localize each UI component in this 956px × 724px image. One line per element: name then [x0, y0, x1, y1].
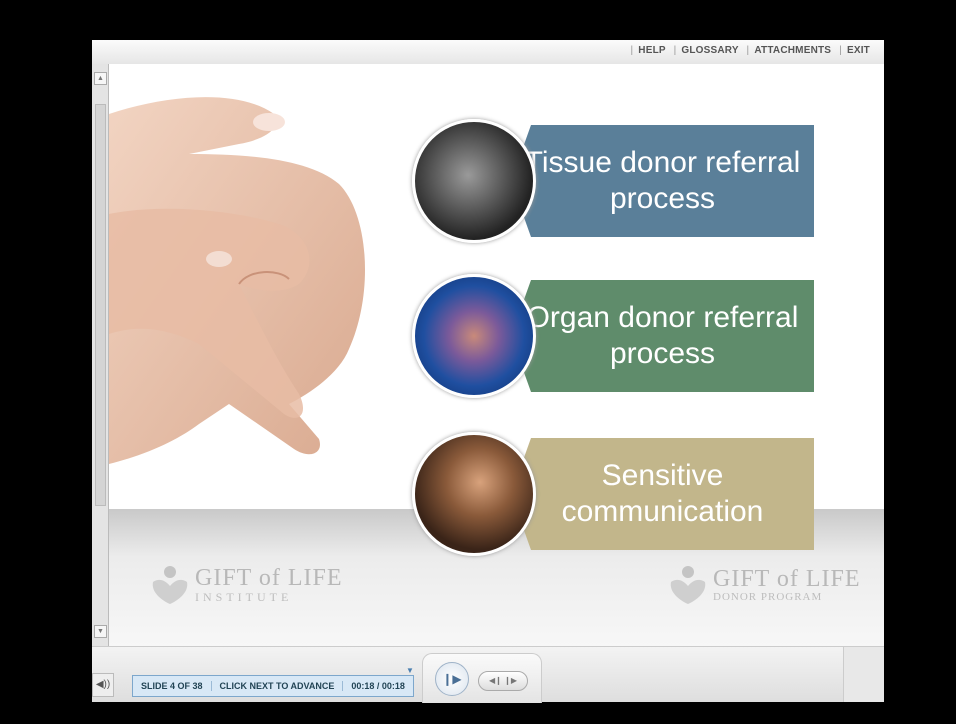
- scroll-thumb[interactable]: [95, 104, 106, 506]
- communication-label: Sensitive communication: [511, 438, 814, 550]
- player-controls: ◀)) SLIDE 4 OF 38 CLICK NEXT TO ADVANCE …: [92, 646, 884, 703]
- play-pause-button[interactable]: ❙▶: [435, 662, 469, 696]
- course-player: | HELP | GLOSSARY | ATTACHMENTS | EXIT ▲ ▼ T…: [92, 40, 884, 703]
- scroll-down-icon[interactable]: ▼: [94, 625, 107, 638]
- attachments-link[interactable]: ATTACHMENTS: [754, 45, 831, 56]
- glossary-link[interactable]: GLOSSARY: [681, 45, 738, 56]
- donor-program-logo-sub: DONOR PROGRAM: [713, 591, 823, 603]
- advance-hint: CLICK NEXT TO ADVANCE: [212, 681, 344, 691]
- time-display: 00:18 / 00:18: [351, 681, 405, 691]
- gift-of-life-donor-program-logo: GIFT of LIFE DONOR PROGRAM: [667, 564, 861, 606]
- organ-donor-item[interactable]: Organ donor referral process: [409, 274, 819, 398]
- status-bar: SLIDE 4 OF 38 CLICK NEXT TO ADVANCE 00:1…: [132, 675, 414, 697]
- gift-of-life-institute-logo: GIFT of LIFE INSTITUTE: [149, 564, 343, 606]
- heart-logo-icon: [670, 566, 706, 604]
- dropdown-caret-icon[interactable]: ▼: [406, 666, 414, 675]
- help-link[interactable]: HELP: [638, 45, 665, 56]
- donor-program-logo-name: GIFT of LIFE: [713, 566, 861, 592]
- slide-canvas: Tissue donor referral process Organ dono…: [109, 64, 884, 646]
- xray-icon: [412, 119, 536, 243]
- prev-next-buttons[interactable]: ◀❙ ❙▶: [478, 671, 528, 691]
- exit-link[interactable]: EXIT: [847, 45, 870, 56]
- institute-logo-sub: INSTITUTE: [195, 589, 293, 604]
- people-icon: [412, 432, 536, 556]
- tissue-donor-item[interactable]: Tissue donor referral process: [409, 119, 819, 243]
- top-bar: | HELP | GLOSSARY | ATTACHMENTS | EXIT: [92, 40, 884, 65]
- tissue-donor-label: Tissue donor referral process: [511, 125, 814, 237]
- playback-pod: ❙▶ ◀❙ ❙▶: [422, 653, 542, 703]
- controls-right-cap: [843, 647, 884, 702]
- organ-donor-label: Organ donor referral process: [511, 280, 814, 392]
- scroll-up-icon[interactable]: ▲: [94, 72, 107, 85]
- institute-logo-name: GIFT of LIFE: [195, 564, 343, 591]
- slide-count: SLIDE 4 OF 38: [133, 681, 212, 691]
- hands-image: [109, 97, 366, 464]
- organs-icon: [412, 274, 536, 398]
- side-scrollbar[interactable]: ▲ ▼: [92, 64, 109, 646]
- top-links: | HELP | GLOSSARY | ATTACHMENTS | EXIT: [630, 45, 870, 56]
- volume-icon[interactable]: ◀)): [92, 673, 114, 697]
- communication-item[interactable]: Sensitive communication: [409, 432, 819, 556]
- heart-logo-icon: [152, 566, 188, 604]
